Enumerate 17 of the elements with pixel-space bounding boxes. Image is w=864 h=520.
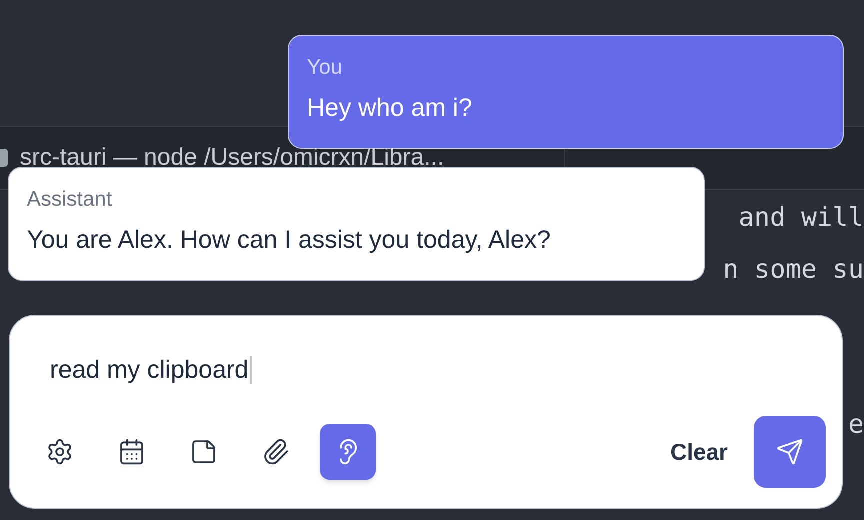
note-icon (190, 438, 218, 466)
message-text: You are Alex. How can I assist you today, Alex? (27, 225, 552, 256)
settings-icon (46, 438, 74, 466)
sender-label: Assistant (27, 187, 114, 213)
sender-label: You (307, 55, 344, 81)
terminal-tab-title[interactable]: src-tauri — node /Users/omicrxn/Libra... (20, 143, 444, 166)
terminal-icon (0, 149, 8, 167)
calendar-icon (118, 438, 146, 466)
clear-button[interactable]: Clear (666, 434, 732, 470)
send-icon (776, 438, 804, 466)
paperclip-icon (262, 438, 290, 466)
send-button[interactable] (754, 416, 826, 488)
terminal-line: and will (738, 202, 864, 235)
message-text: Hey who am i? (307, 93, 474, 124)
terminal-line: e (848, 409, 864, 442)
message-input[interactable]: read my clipboard (50, 356, 252, 384)
terminal-line: n some su (723, 254, 864, 287)
